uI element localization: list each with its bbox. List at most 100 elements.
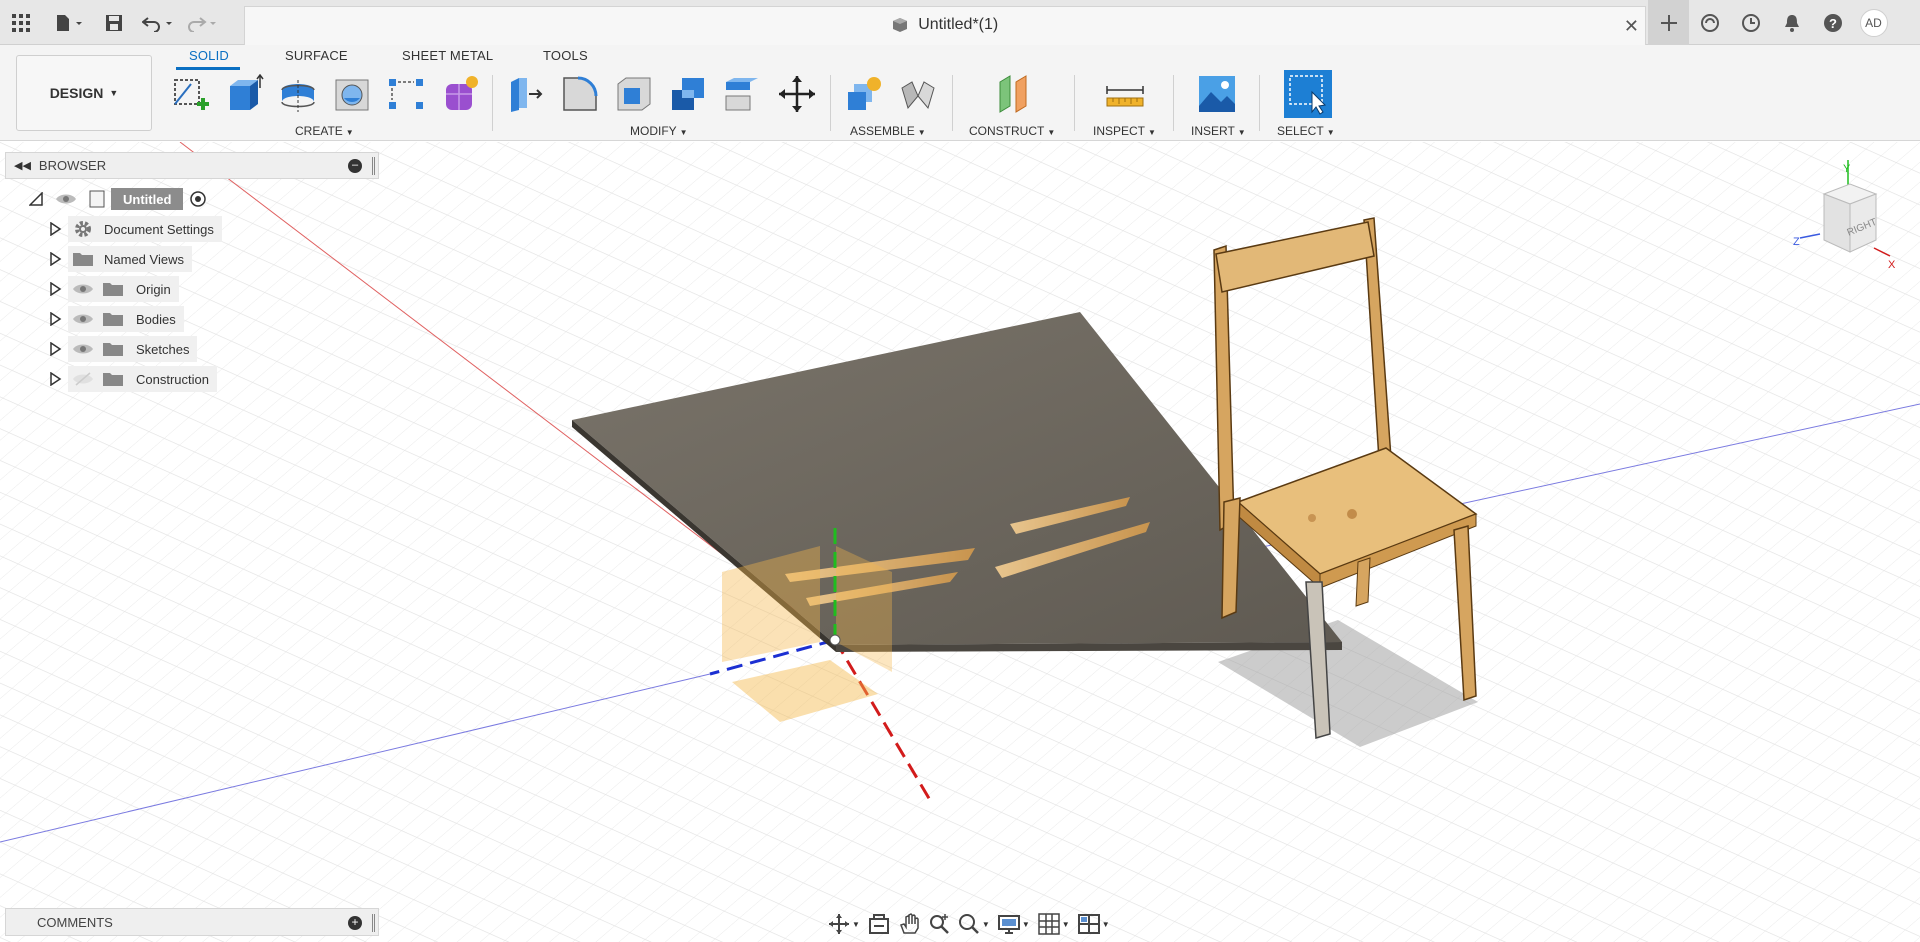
- create-sketch-button[interactable]: [169, 72, 213, 116]
- canvas-viewport[interactable]: [0, 142, 1920, 942]
- move-button[interactable]: [775, 72, 819, 116]
- browser-item-document-settings[interactable]: Document Settings: [48, 216, 222, 242]
- assemble-menu[interactable]: ASSEMBLE ▼: [850, 124, 926, 138]
- caret-down-icon: ▼: [1326, 128, 1335, 137]
- insert-menu-label: INSERT: [1191, 124, 1235, 138]
- expand-triangle-icon[interactable]: [48, 372, 62, 386]
- construct-menu[interactable]: CONSTRUCT ▼: [969, 124, 1055, 138]
- collapse-panel-icon[interactable]: ◀◀: [14, 159, 31, 172]
- job-status-button[interactable]: [1730, 0, 1771, 45]
- origin-point[interactable]: [829, 634, 841, 646]
- form-button[interactable]: [438, 72, 482, 116]
- browser-item-construction[interactable]: Construction: [48, 366, 217, 392]
- offset-face-button[interactable]: [720, 72, 764, 116]
- viewcube-x-label: X: [1888, 259, 1896, 271]
- profile-button[interactable]: AD: [1853, 0, 1894, 45]
- eye-icon[interactable]: [72, 282, 94, 296]
- add-comment-icon[interactable]: +: [348, 916, 362, 930]
- undo-button[interactable]: [136, 0, 180, 45]
- browser-header: ◀◀ BROWSER –: [5, 152, 379, 179]
- redo-button[interactable]: [180, 0, 224, 45]
- comments-panel[interactable]: COMMENTS +: [5, 908, 379, 936]
- extensions-button[interactable]: [1689, 0, 1730, 45]
- pattern-button[interactable]: [384, 72, 428, 116]
- inspect-menu-label: INSPECT: [1093, 124, 1146, 138]
- insert-menu[interactable]: INSERT ▼: [1191, 124, 1246, 138]
- new-tab-button[interactable]: [1648, 0, 1689, 45]
- save-button[interactable]: [92, 0, 136, 45]
- expand-triangle-icon[interactable]: [48, 312, 62, 326]
- create-sketch-icon: [174, 79, 209, 110]
- hole-button[interactable]: [330, 72, 374, 116]
- select-button[interactable]: [1284, 70, 1332, 118]
- create-menu[interactable]: CREATE ▼: [295, 124, 354, 138]
- expand-triangle-icon[interactable]: [48, 342, 62, 356]
- pan-button[interactable]: [894, 908, 924, 940]
- minimize-icon[interactable]: –: [348, 159, 362, 173]
- joint-button[interactable]: [896, 72, 940, 116]
- eye-icon[interactable]: [55, 192, 77, 206]
- tab-solid[interactable]: SOLID: [189, 48, 229, 63]
- document-tab[interactable]: Untitled*(1) ✕: [244, 6, 1646, 45]
- display-settings-button[interactable]: ▼: [994, 908, 1034, 940]
- extrude-button[interactable]: [222, 72, 266, 116]
- scene-3d[interactable]: [0, 142, 1920, 942]
- expand-triangle-icon[interactable]: [48, 282, 62, 296]
- measure-button[interactable]: [1103, 72, 1147, 116]
- hole-icon: [335, 79, 369, 111]
- activate-radio-icon[interactable]: [189, 190, 207, 208]
- press-pull-button[interactable]: [503, 72, 547, 116]
- new-component-button[interactable]: [842, 72, 886, 116]
- fit-button[interactable]: ▼: [954, 908, 994, 940]
- move-icon: [779, 76, 815, 112]
- look-at-button[interactable]: [864, 908, 894, 940]
- revolve-button[interactable]: [276, 72, 320, 116]
- browser-item-sketches[interactable]: Sketches: [48, 336, 198, 362]
- expand-triangle-icon[interactable]: [48, 222, 62, 236]
- offset-plane-button[interactable]: [992, 72, 1036, 116]
- toolbar-divider: [1259, 75, 1260, 131]
- view-cube[interactable]: Y Z X RIGHT: [1790, 152, 1900, 272]
- orbit-button[interactable]: ▼: [824, 908, 864, 940]
- panel-grip-handle[interactable]: [372, 914, 375, 932]
- navigation-bar: ▼ ▼ ▼ ▼ ▼: [824, 908, 1124, 940]
- combine-button[interactable]: [666, 72, 710, 116]
- viewcube-z-axis: [1799, 233, 1821, 239]
- viewcube-front-face[interactable]: [1823, 193, 1851, 253]
- tab-tools[interactable]: TOOLS: [543, 48, 588, 63]
- browser-panel: ◀◀ BROWSER – Untitled Document Settings: [5, 152, 379, 392]
- shell-button[interactable]: [612, 72, 656, 116]
- insert-image-button[interactable]: [1195, 72, 1239, 116]
- grid-settings-button[interactable]: ▼: [1034, 908, 1074, 940]
- help-button[interactable]: ?: [1812, 0, 1853, 45]
- extensions-icon: [1700, 13, 1719, 32]
- viewports-button[interactable]: ▼: [1074, 908, 1114, 940]
- browser-root[interactable]: Untitled: [29, 186, 207, 212]
- zoom-button[interactable]: [924, 908, 954, 940]
- caret-down-icon: ▼: [345, 128, 354, 137]
- expand-triangle-icon[interactable]: [48, 252, 62, 266]
- notifications-button[interactable]: [1771, 0, 1812, 45]
- gear-icon: [75, 221, 91, 237]
- browser-item-origin[interactable]: Origin: [48, 276, 179, 302]
- toolbar: DESIGN ▼ SOLID SURFACE SHEET METAL TOOLS: [0, 45, 1920, 141]
- tab-surface[interactable]: SURFACE: [285, 48, 348, 63]
- modify-menu[interactable]: MODIFY ▼: [630, 124, 688, 138]
- browser-item-bodies[interactable]: Bodies: [48, 306, 184, 332]
- close-tab-icon[interactable]: ✕: [1624, 16, 1639, 37]
- form-icon: [446, 76, 478, 110]
- eye-icon[interactable]: [72, 342, 94, 356]
- eye-hidden-icon[interactable]: [72, 372, 94, 386]
- expanded-triangle-icon[interactable]: [29, 192, 43, 206]
- panel-grip-handle[interactable]: [372, 157, 375, 175]
- eye-icon[interactable]: [72, 312, 94, 326]
- tab-sheet-metal[interactable]: SHEET METAL: [402, 48, 493, 63]
- file-menu-button[interactable]: [46, 0, 92, 45]
- undo-icon: [142, 16, 172, 32]
- fillet-button[interactable]: [558, 72, 602, 116]
- viewcube-x-axis: [1873, 247, 1891, 257]
- app-grid-button[interactable]: [0, 0, 42, 45]
- inspect-menu[interactable]: INSPECT ▼: [1093, 124, 1156, 138]
- select-menu[interactable]: SELECT ▼: [1277, 124, 1335, 138]
- browser-item-named-views[interactable]: Named Views: [48, 246, 192, 272]
